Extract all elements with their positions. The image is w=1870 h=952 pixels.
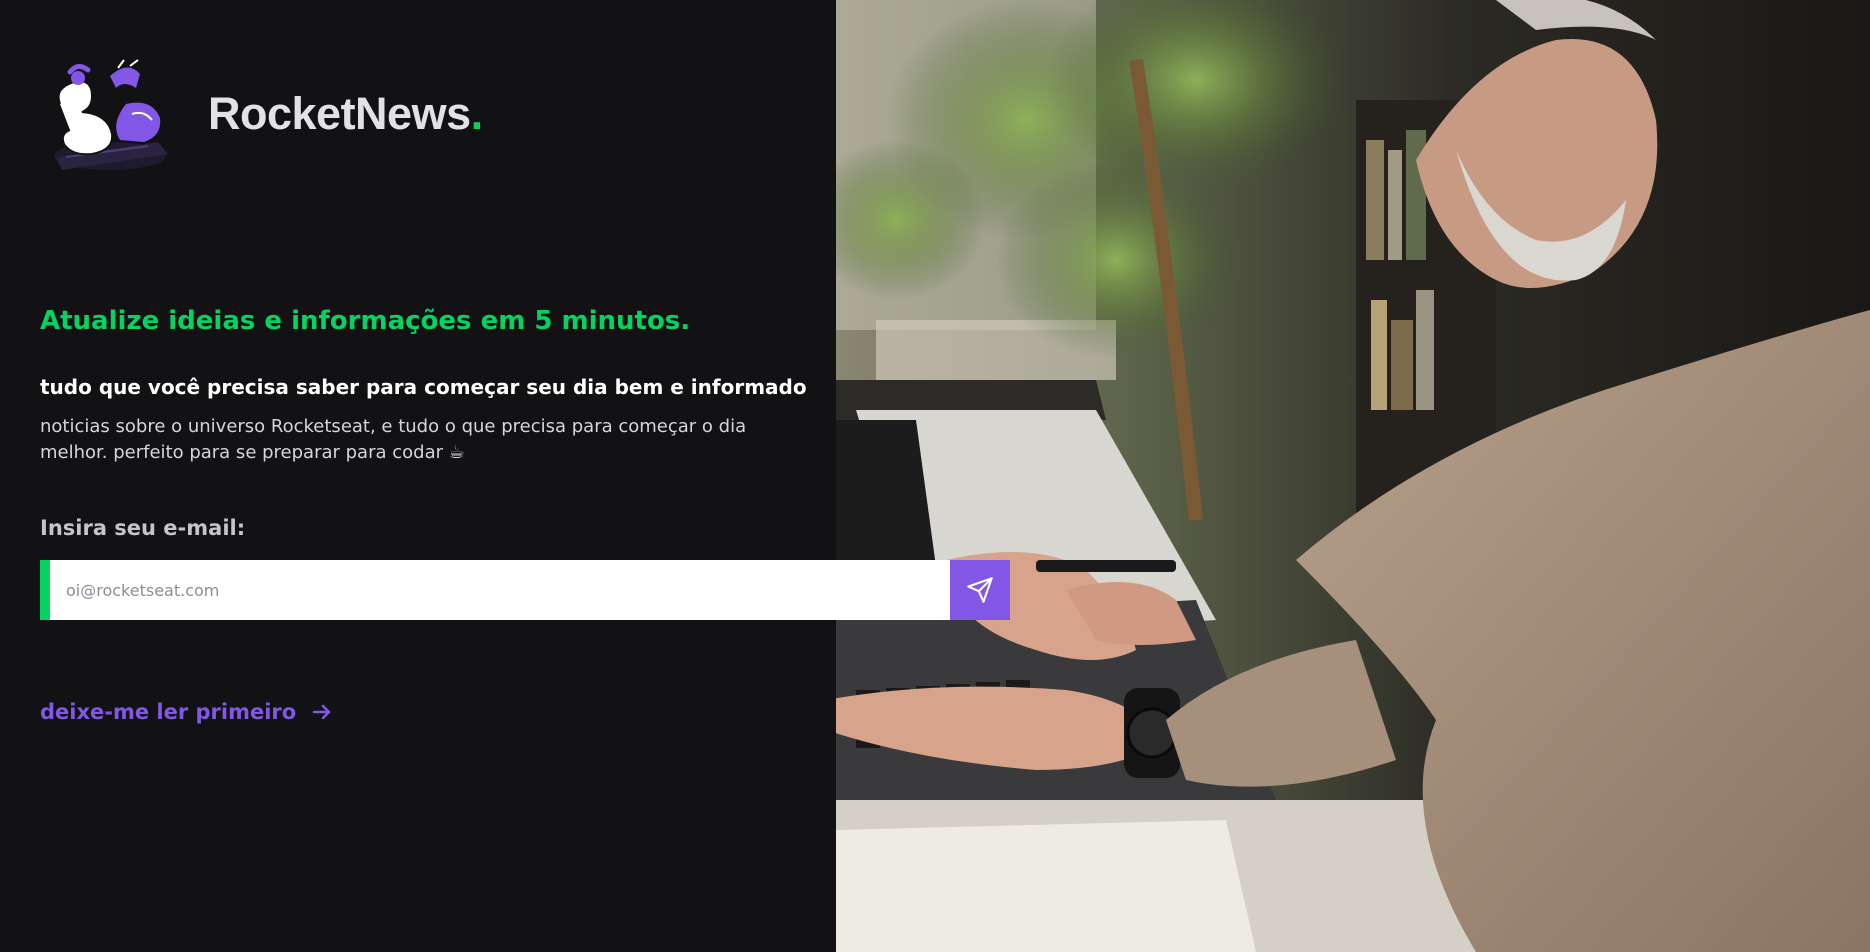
- email-label: Insira seu e-mail:: [40, 516, 246, 540]
- brand-name: RocketNews.: [208, 88, 483, 140]
- brand-dot: .: [470, 88, 484, 139]
- send-button[interactable]: [950, 560, 1010, 620]
- arrow-right-icon: [312, 704, 331, 720]
- hero-photo: [836, 0, 1870, 952]
- brand-text: RocketNews: [208, 88, 471, 139]
- read-first-label: deixe-me ler primeiro: [40, 700, 297, 724]
- hero-description: noticias sobre o universo Rocketseat, e …: [40, 416, 747, 463]
- rocket-mascot-logo: [48, 58, 180, 174]
- input-accent-bar: [40, 560, 50, 620]
- left-panel: RocketNews. Atualize ideias e informaçõe…: [0, 0, 836, 952]
- hero-headline: Atualize ideias e informações em 5 minut…: [40, 306, 691, 336]
- email-input[interactable]: [50, 560, 950, 620]
- email-form: [40, 560, 1010, 620]
- send-icon: [967, 577, 993, 603]
- read-first-link[interactable]: deixe-me ler primeiro: [40, 700, 334, 724]
- hero-subheadline: tudo que você precisa saber para começar…: [40, 375, 807, 399]
